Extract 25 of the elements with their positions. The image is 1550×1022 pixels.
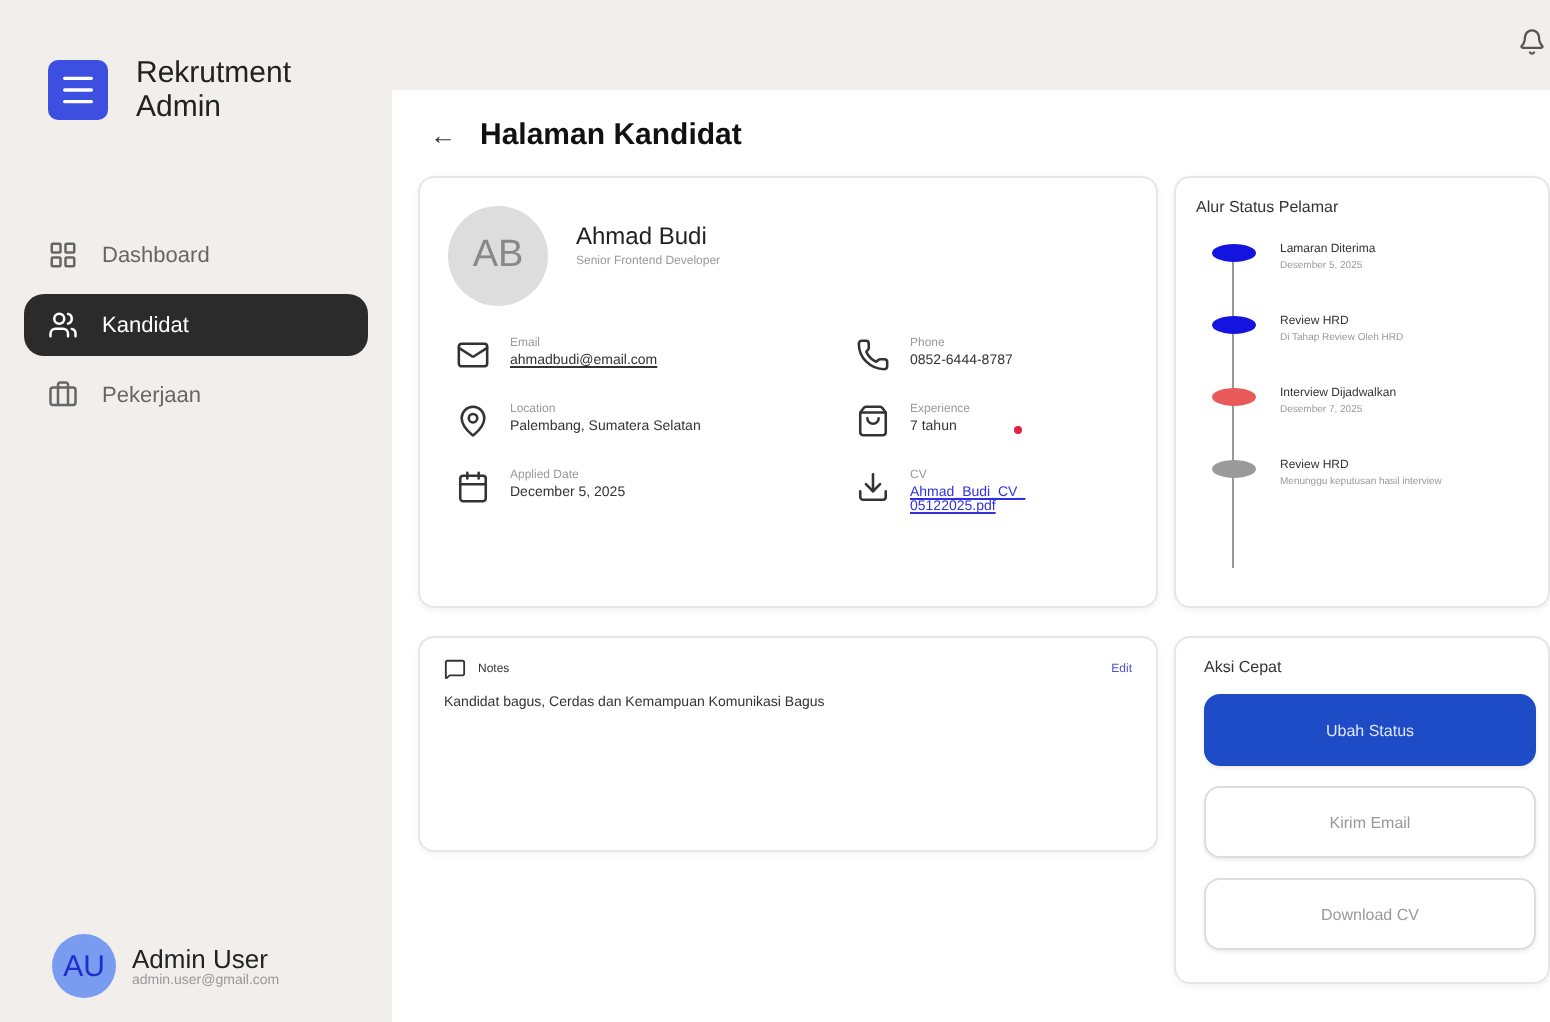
location-pin-icon xyxy=(456,404,490,438)
user-avatar: AU xyxy=(52,934,116,998)
user-name: Admin User xyxy=(132,944,268,974)
comment-icon xyxy=(444,658,466,680)
phone-icon xyxy=(856,338,890,372)
notification-icon[interactable] xyxy=(1518,28,1546,56)
card-title: Alur Status Pelamar xyxy=(1196,198,1341,216)
nav-item[interactable]: Kandidat xyxy=(24,294,368,356)
nav-item[interactable]: Dashboard xyxy=(24,224,368,286)
candidate-avatar: AB xyxy=(448,206,548,306)
card-title: Aksi Cepat xyxy=(1204,658,1284,676)
calendar-icon xyxy=(456,470,490,504)
menu-logo-icon xyxy=(48,60,108,120)
users-icon xyxy=(48,310,78,340)
bag-icon xyxy=(856,404,890,438)
grid-icon xyxy=(48,240,78,270)
candidate-name: Ahmad Budi xyxy=(576,221,709,249)
mail-icon xyxy=(456,338,490,372)
briefcase-icon xyxy=(48,380,78,410)
brand-name: Rekrutment Admin xyxy=(136,56,294,124)
page-title: Halaman Kandidat xyxy=(480,118,742,152)
back-button[interactable]: ← xyxy=(430,120,456,150)
action-button[interactable]: Ubah Status xyxy=(1204,694,1536,766)
nav-item[interactable]: Pekerjaan xyxy=(24,364,368,426)
download-icon xyxy=(856,470,890,504)
